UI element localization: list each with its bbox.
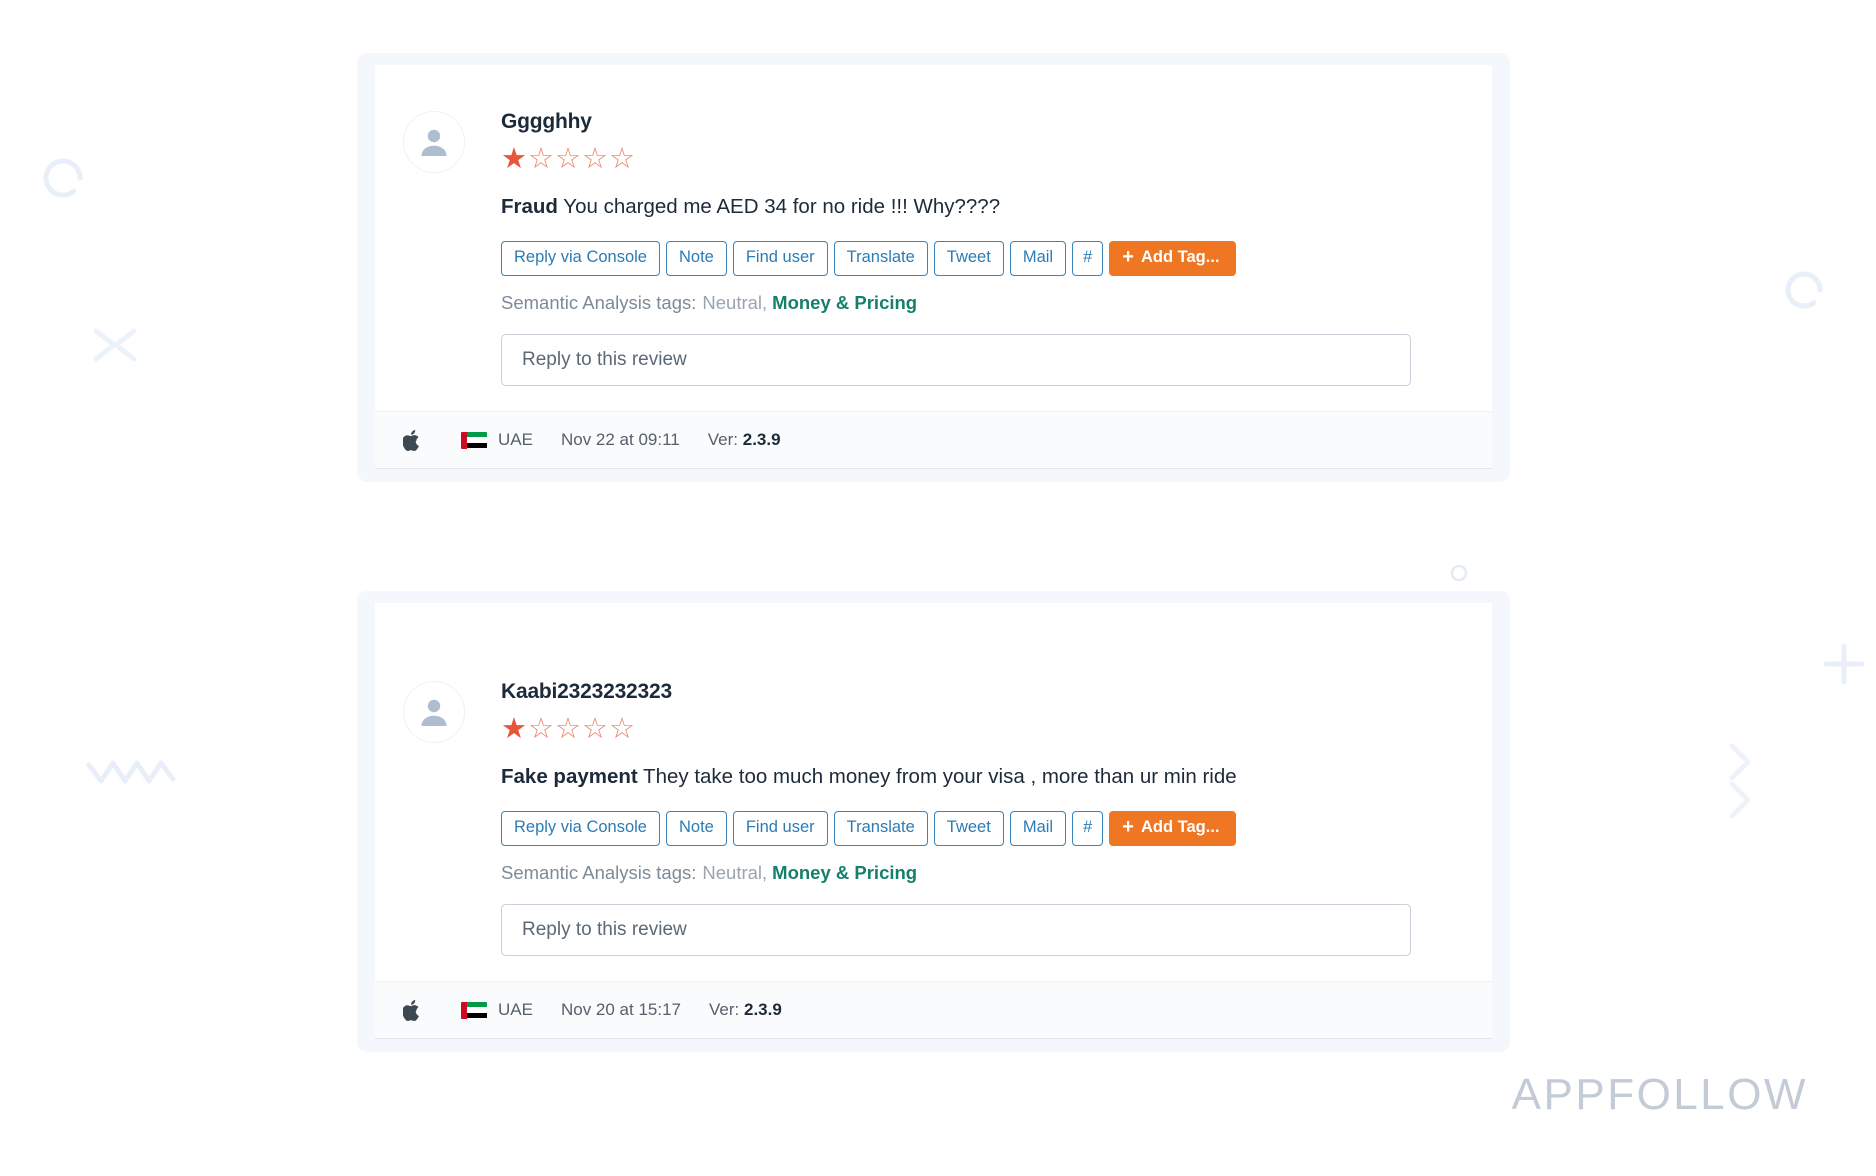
stars-empty-icon: ☆☆☆☆ bbox=[528, 713, 636, 745]
add-tag-button[interactable]: + Add Tag... bbox=[1109, 240, 1236, 276]
reply-input-placeholder: Reply to this review bbox=[522, 918, 687, 940]
reply-input-placeholder: Reply to this review bbox=[522, 348, 687, 370]
stars-filled-icon: ★ bbox=[501, 713, 528, 745]
tweet-button[interactable]: Tweet bbox=[933, 240, 1004, 276]
footer-country: UAE bbox=[461, 1000, 533, 1020]
stars-empty-icon: ☆☆☆☆ bbox=[528, 143, 636, 175]
footer-version: Ver: 2.3.9 bbox=[708, 430, 781, 450]
footer-country-label: UAE bbox=[498, 430, 533, 449]
review-actions: Reply via Console Note Find user Transla… bbox=[501, 240, 1452, 276]
find-user-button[interactable]: Find user bbox=[732, 240, 828, 276]
review-title: Fraud bbox=[501, 195, 558, 218]
review-title: Fake payment bbox=[501, 765, 638, 788]
hashtag-button[interactable]: # bbox=[1072, 810, 1104, 846]
review-body: You charged me AED 34 for no ride !!! Wh… bbox=[557, 195, 1001, 218]
footer-country-label: UAE bbox=[498, 1000, 533, 1019]
review-author: Gggghhy bbox=[501, 110, 592, 133]
hashtag-button[interactable]: # bbox=[1072, 240, 1104, 276]
review-card-body: Kaabi2323232323 ★☆☆☆☆ Fake payment They … bbox=[375, 603, 1492, 981]
mail-button[interactable]: Mail bbox=[1009, 240, 1067, 276]
review-card-surface: Kaabi2323232323 ★☆☆☆☆ Fake payment They … bbox=[375, 603, 1492, 1038]
semantic-tag-money-pricing[interactable]: Money & Pricing bbox=[772, 292, 917, 313]
reply-input[interactable]: Reply to this review bbox=[501, 903, 1411, 956]
review-text: Fraud You charged me AED 34 for no ride … bbox=[501, 191, 1441, 223]
review-card: Kaabi2323232323 ★☆☆☆☆ Fake payment They … bbox=[357, 591, 1510, 1052]
uae-flag-icon bbox=[461, 431, 487, 449]
footer-version-value: 2.3.9 bbox=[743, 1000, 782, 1019]
add-tag-label: Add Tag... bbox=[1140, 818, 1220, 837]
plus-icon: + bbox=[1122, 815, 1134, 838]
review-footer: UAE Nov 20 at 15:17 Ver: 2.3.9 bbox=[375, 981, 1492, 1038]
review-card-surface: Gggghhy ★☆☆☆☆ Fraud You charged me AED 3… bbox=[375, 65, 1492, 468]
semantic-tag-neutral[interactable]: Neutral, bbox=[702, 292, 767, 313]
avatar bbox=[403, 681, 465, 743]
add-tag-label: Add Tag... bbox=[1140, 248, 1220, 267]
translate-button[interactable]: Translate bbox=[833, 810, 928, 846]
reply-input[interactable]: Reply to this review bbox=[501, 333, 1411, 386]
semantic-tag-neutral[interactable]: Neutral, bbox=[702, 862, 767, 883]
footer-date: Nov 22 at 09:11 bbox=[560, 430, 680, 449]
add-tag-button[interactable]: + Add Tag... bbox=[1109, 810, 1236, 846]
stars-filled-icon: ★ bbox=[501, 143, 528, 175]
footer-country: UAE bbox=[461, 430, 533, 450]
apple-icon bbox=[403, 429, 461, 452]
star-rating: ★☆☆☆☆ bbox=[501, 145, 1452, 175]
find-user-button[interactable]: Find user bbox=[732, 810, 828, 846]
star-rating: ★☆☆☆☆ bbox=[501, 715, 1452, 745]
mail-button[interactable]: Mail bbox=[1009, 810, 1067, 846]
note-button[interactable]: Note bbox=[665, 810, 727, 846]
semantic-analysis-row: Semantic Analysis tags: Neutral, Money & P… bbox=[501, 862, 1452, 884]
footer-version: Ver: 2.3.9 bbox=[709, 1000, 782, 1020]
review-text: Fake payment They take too much money fr… bbox=[501, 761, 1452, 793]
tweet-button[interactable]: Tweet bbox=[933, 810, 1004, 846]
semantic-analysis-row: Semantic Analysis tags: Neutral, Money & P… bbox=[501, 292, 1452, 314]
review-content: Kaabi2323232323 ★☆☆☆☆ Fake payment They … bbox=[501, 681, 1492, 956]
review-footer: UAE Nov 22 at 09:11 Ver: 2.3.9 bbox=[375, 411, 1492, 468]
user-avatar-icon bbox=[421, 699, 447, 726]
semantic-analysis-label: Semantic Analysis tags: bbox=[501, 291, 697, 313]
footer-date: Nov 20 at 15:17 bbox=[560, 1000, 681, 1019]
apple-icon bbox=[403, 999, 461, 1022]
plus-icon: + bbox=[1122, 245, 1134, 268]
review-actions: Reply via Console Note Find user Transla… bbox=[501, 810, 1452, 846]
avatar bbox=[403, 111, 465, 173]
reviews-feed: Gggghhy ★☆☆☆☆ Fraud You charged me AED 3… bbox=[0, 0, 1876, 1176]
footer-version-value: 2.3.9 bbox=[742, 430, 781, 449]
review-content: Gggghhy ★☆☆☆☆ Fraud You charged me AED 3… bbox=[501, 111, 1492, 386]
semantic-tag-money-pricing[interactable]: Money & Pricing bbox=[772, 862, 917, 883]
review-card-body: Gggghhy ★☆☆☆☆ Fraud You charged me AED 3… bbox=[375, 65, 1492, 411]
reply-via-console-button[interactable]: Reply via Console bbox=[501, 810, 660, 846]
user-avatar-icon bbox=[421, 129, 447, 156]
review-author: Kaabi2323232323 bbox=[501, 680, 672, 703]
footer-version-label: Ver: bbox=[709, 1000, 740, 1019]
reply-via-console-button[interactable]: Reply via Console bbox=[501, 240, 660, 276]
appfollow-watermark: APPFOLLOW bbox=[1511, 1070, 1808, 1119]
uae-flag-icon bbox=[461, 1001, 487, 1019]
note-button[interactable]: Note bbox=[665, 240, 727, 276]
footer-version-label: Ver: bbox=[707, 430, 738, 449]
review-body: They take too much money from your visa … bbox=[637, 765, 1237, 788]
translate-button[interactable]: Translate bbox=[833, 240, 928, 276]
semantic-analysis-label: Semantic Analysis tags: bbox=[501, 861, 697, 883]
review-card: Gggghhy ★☆☆☆☆ Fraud You charged me AED 3… bbox=[357, 53, 1510, 482]
